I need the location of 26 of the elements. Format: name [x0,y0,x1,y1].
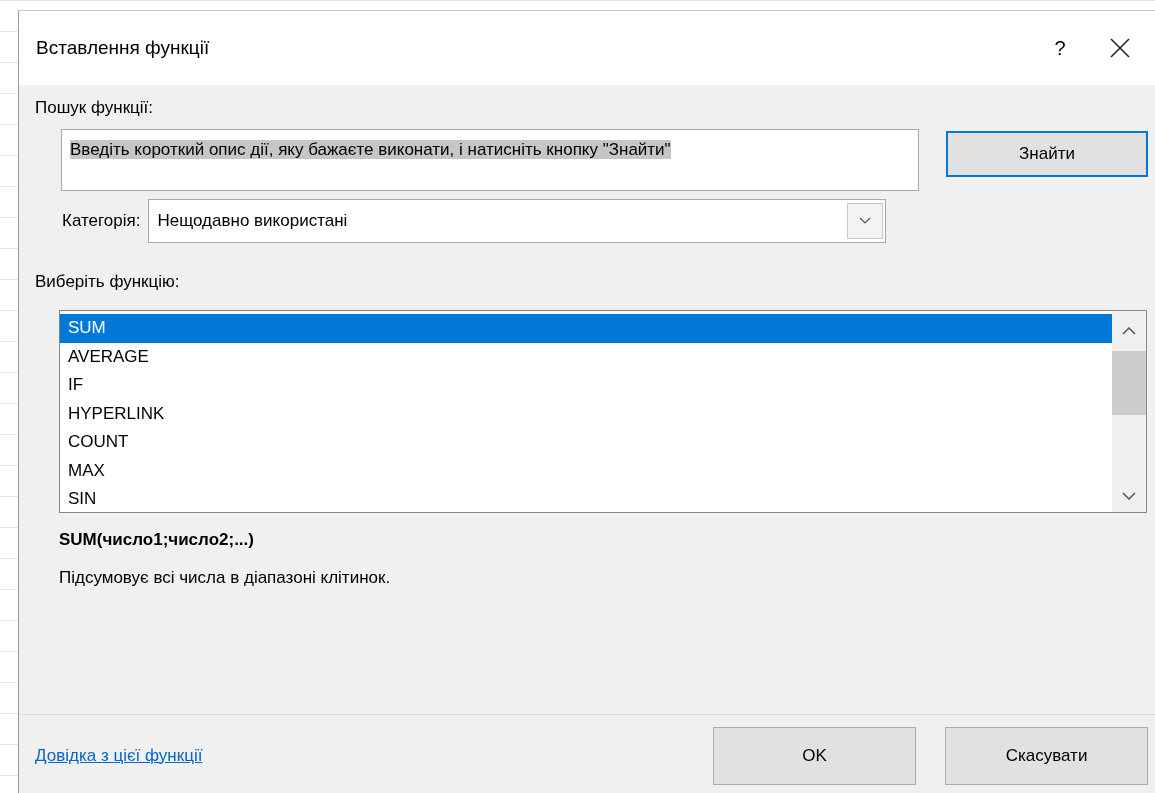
function-list-item[interactable]: IF [60,371,1112,400]
help-link[interactable]: Довідка з цієї функції [35,742,203,769]
function-list-item[interactable]: AVERAGE [60,342,1112,371]
ok-button[interactable]: OK [713,726,916,785]
category-label: Категорія: [62,209,141,232]
window-title: Вставлення функції [36,35,211,60]
scrollbar[interactable] [1112,311,1146,512]
function-list-item[interactable]: SUM [60,314,1112,343]
cancel-button[interactable]: Скасувати [945,726,1148,785]
category-dropdown[interactable]: Нещодавно використані [148,198,887,243]
function-signature: SUM(число1;число2;...) [59,529,254,551]
function-list-item[interactable]: COUNT [60,428,1112,457]
function-list-item[interactable]: HYPERLINK [60,399,1112,428]
find-button[interactable]: Знайти [946,130,1148,177]
function-list-label: Виберіть функцію: [35,270,180,293]
help-button[interactable]: ? [1030,23,1090,73]
chevron-down-icon [859,217,872,224]
chevron-down-icon[interactable] [1122,492,1136,500]
function-list-item[interactable]: MAX [60,456,1112,485]
close-icon [1110,38,1130,58]
search-label: Пошук функції: [35,97,154,119]
search-field[interactable]: Введіть короткий опис дії, яку бажаєте виконати, і натисніть кнопку "Знайти" [61,128,919,191]
chevron-up-icon[interactable] [1122,327,1136,335]
function-list-item[interactable]: SIN [60,485,1112,514]
function-description: Підсумовує всі числа в діапазоні клітинок. [59,566,391,589]
scroll-thumb[interactable] [1112,351,1146,415]
